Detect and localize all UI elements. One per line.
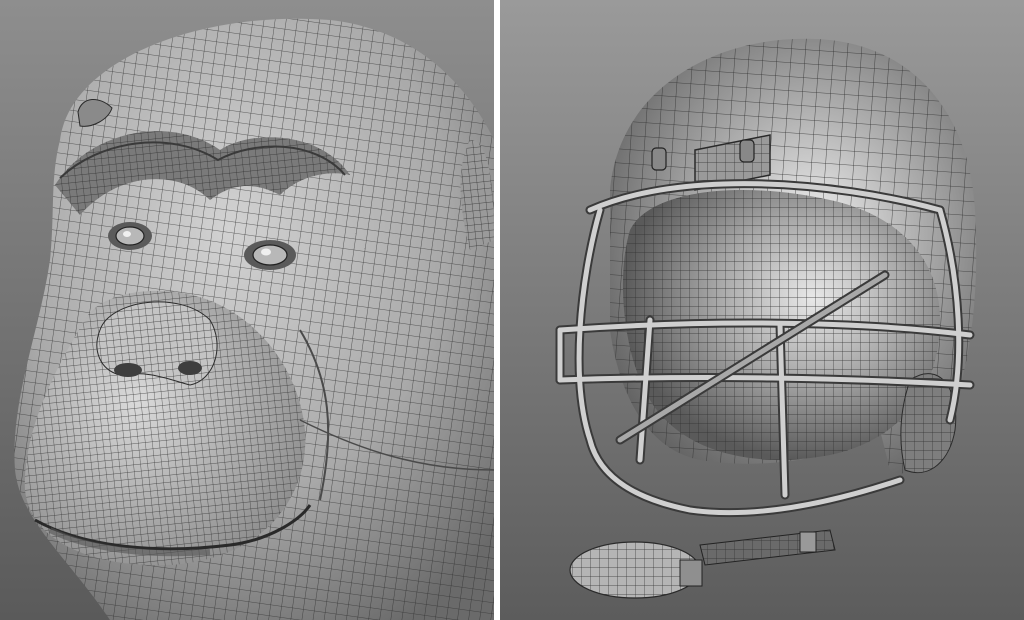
helmet-render (500, 0, 1024, 620)
chimp-head-render (0, 0, 494, 620)
right-viewport-panel (500, 0, 1024, 620)
left-eye (108, 222, 152, 250)
left-viewport-panel (0, 0, 494, 620)
right-eye (244, 240, 296, 270)
chimp-head-mesh (14, 18, 494, 620)
